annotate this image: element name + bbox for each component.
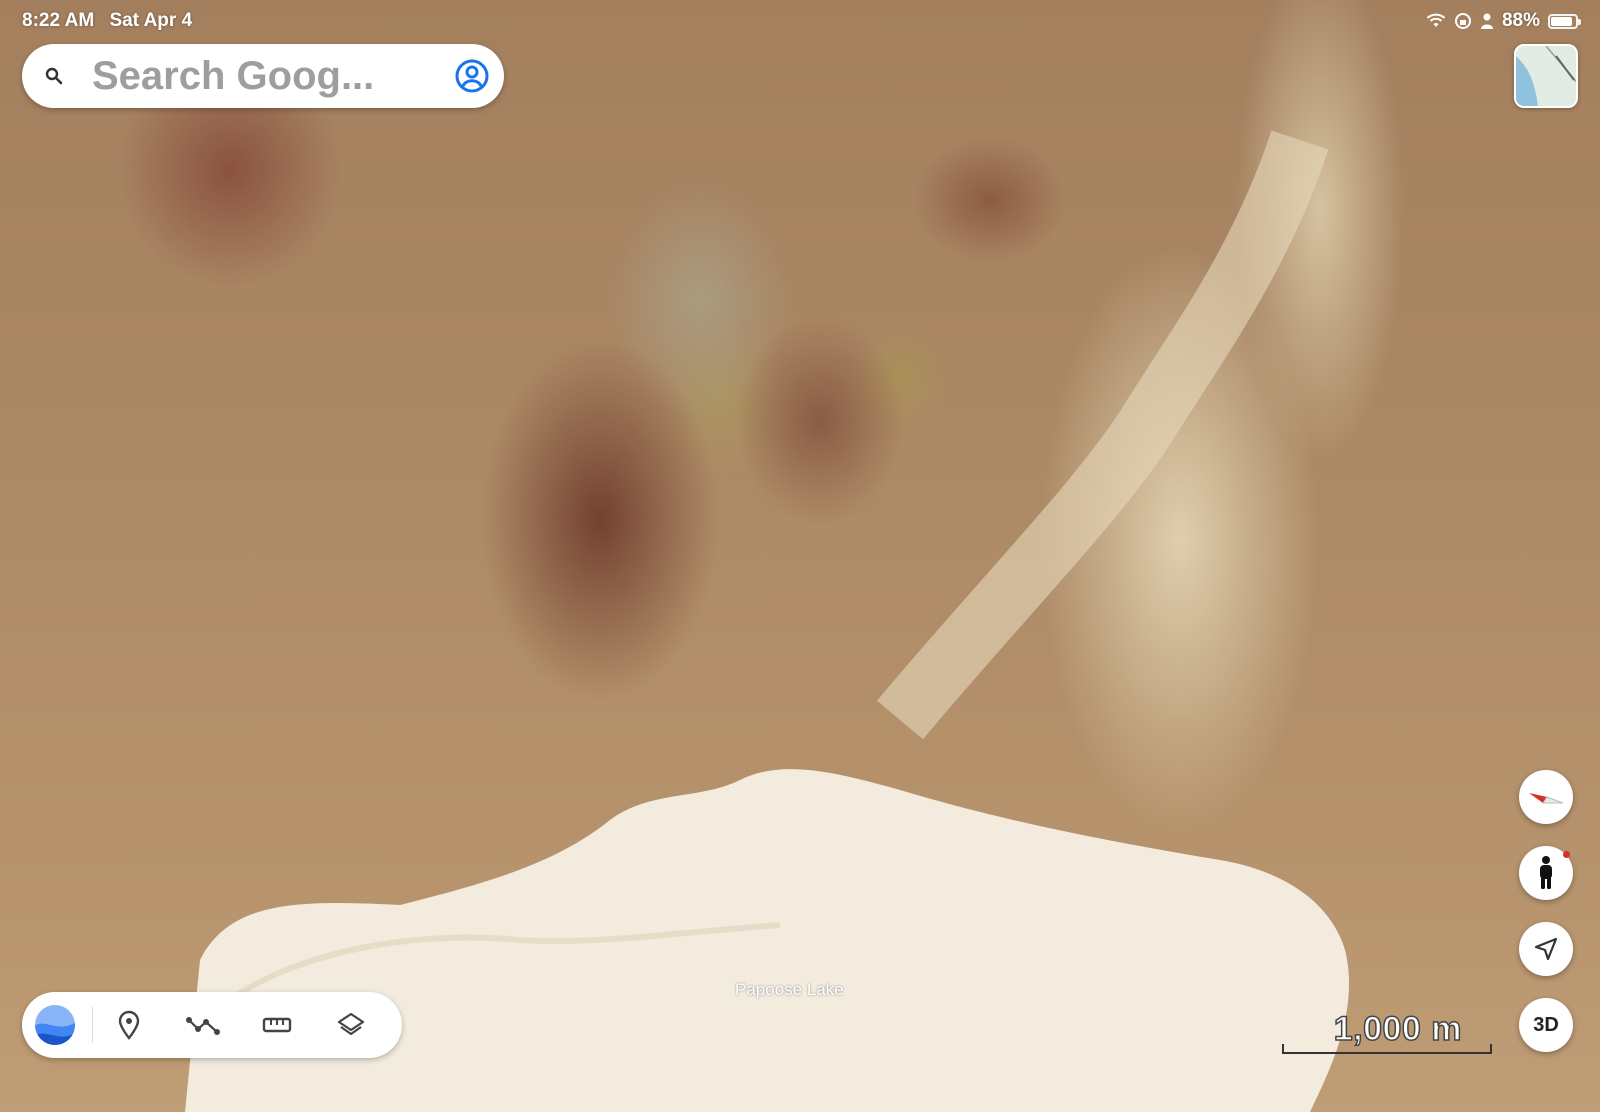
search-icon[interactable] bbox=[42, 64, 66, 88]
rotation-lock-icon bbox=[1454, 13, 1471, 29]
battery-fill bbox=[1551, 16, 1573, 26]
measure-button[interactable] bbox=[256, 1004, 298, 1046]
3d-toggle-button[interactable]: 3D bbox=[1519, 998, 1573, 1052]
street-view-button[interactable] bbox=[1519, 846, 1573, 900]
ruler-icon bbox=[262, 1017, 292, 1033]
location-arrow-icon bbox=[1534, 937, 1558, 961]
dry-lake-bed bbox=[185, 130, 1350, 1112]
notification-dot bbox=[1563, 851, 1570, 858]
account-icon[interactable] bbox=[454, 58, 490, 94]
status-bar: 8:22 AM Sat Apr 4 88% bbox=[22, 8, 1581, 36]
layers-icon bbox=[337, 1012, 365, 1036]
scale-bar bbox=[1282, 1044, 1492, 1054]
pegman-icon bbox=[1540, 856, 1552, 889]
earth-logo-button[interactable] bbox=[34, 1004, 76, 1046]
draw-path-button[interactable] bbox=[182, 1004, 224, 1046]
3d-label: 3D bbox=[1533, 1013, 1559, 1036]
compass-icon bbox=[1529, 793, 1564, 804]
map-pin-icon bbox=[118, 1010, 140, 1040]
layers-button[interactable] bbox=[330, 1004, 372, 1046]
scale-indicator: 1,000 m bbox=[1282, 1009, 1492, 1058]
path-icon bbox=[186, 1017, 220, 1035]
bottom-toolbar bbox=[22, 992, 402, 1058]
battery-percent: 88% bbox=[1501, 10, 1540, 31]
battery-icon bbox=[1548, 13, 1581, 29]
toolbar-divider bbox=[92, 1007, 93, 1043]
status-date: Sat Apr 4 bbox=[109, 10, 193, 31]
person-icon bbox=[1480, 13, 1493, 29]
google-earth-logo-icon bbox=[35, 1005, 75, 1045]
add-placemark-button[interactable] bbox=[108, 1004, 150, 1046]
place-label[interactable]: Papoose Lake bbox=[735, 980, 844, 1000]
status-time: 8:22 AM bbox=[22, 10, 95, 31]
compass-button[interactable] bbox=[1519, 770, 1573, 824]
search-input[interactable] bbox=[92, 54, 442, 98]
minimap-button[interactable] bbox=[1514, 44, 1578, 108]
minimap-icon bbox=[1516, 46, 1576, 106]
wifi-icon bbox=[1426, 13, 1446, 27]
search-bar[interactable] bbox=[22, 44, 504, 108]
my-location-button[interactable] bbox=[1519, 922, 1573, 976]
